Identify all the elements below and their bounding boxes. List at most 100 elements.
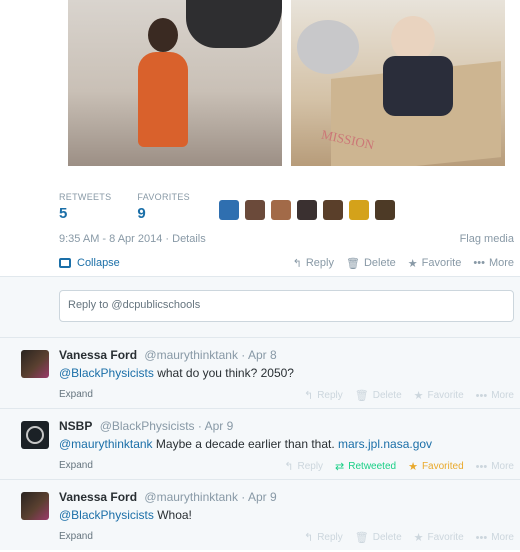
reply-button[interactable]: ↰ Reply xyxy=(293,257,334,270)
mention-link[interactable]: @BlackPhysicists xyxy=(59,366,154,380)
star-icon: ★ xyxy=(413,532,424,544)
tweet-stats: RETWEETS 5 FAVORITES 9 xyxy=(0,182,520,228)
star-icon: ★ xyxy=(413,390,424,402)
retweets-stat[interactable]: RETWEETS 5 xyxy=(59,192,111,222)
tweet-action-list: ↰ Reply 🗑 Delete ★ Favorite ••• More xyxy=(281,257,514,270)
favoriter-avatar[interactable] xyxy=(219,200,239,220)
reply-button[interactable]: ↰ Reply xyxy=(304,389,343,402)
tweet-action-list: ↰ Reply ⇄ Retweeted ★ Favorited ••• More xyxy=(272,460,514,474)
reply-label: Reply xyxy=(317,390,343,401)
delete-label: Delete xyxy=(363,257,396,269)
user-name[interactable]: NSBP xyxy=(59,419,92,433)
mention-link[interactable]: @maurythinktank xyxy=(59,437,153,451)
trash-icon: 🗑 xyxy=(354,532,369,544)
flag-media-link[interactable]: Flag media xyxy=(460,233,514,245)
reply-icon: ↰ xyxy=(292,257,302,270)
reply-tweet[interactable]: NSBP @BlackPhysicists · Apr 9 @maurythin… xyxy=(0,408,520,479)
reply-button[interactable]: ↰ Reply xyxy=(284,460,323,473)
tweet-text: @BlackPhysicists what do you think? 2050… xyxy=(59,366,294,380)
reply-icon: ↰ xyxy=(303,390,314,402)
tweet-header: Vanessa Ford @maurythinktank · Apr 9 xyxy=(59,490,277,504)
tweet-footer: Expand ↰ Reply 🗑 Delete ★ Favorite ••• More xyxy=(59,531,514,544)
expand-link[interactable]: Expand xyxy=(59,531,93,544)
favoriter-avatar[interactable] xyxy=(297,200,317,220)
tweet-date[interactable]: · Apr 9 xyxy=(198,419,233,433)
more-button[interactable]: ••• More xyxy=(476,460,514,473)
reply-area: Reply to @dcpublicschools xyxy=(0,277,520,337)
ellipsis-icon: ••• xyxy=(475,531,488,544)
delete-button[interactable]: 🗑 Delete xyxy=(355,531,402,544)
favorited-button[interactable]: ★ Favorited xyxy=(408,460,464,473)
user-handle[interactable]: @maurythinktank xyxy=(144,490,238,504)
more-button[interactable]: ••• More xyxy=(476,531,514,544)
retweet-icon: ⇄ xyxy=(335,461,345,473)
tweet-action-list: ↰ Reply 🗑 Delete ★ Favorite ••• More xyxy=(292,531,514,545)
more-label: More xyxy=(491,461,514,472)
favoriter-avatar[interactable] xyxy=(349,200,369,220)
favoriter-avatars xyxy=(219,200,401,220)
favorite-label: Favorite xyxy=(421,257,462,269)
more-label: More xyxy=(491,532,514,543)
retweets-count: 5 xyxy=(59,205,68,222)
retweeted-button[interactable]: ⇄ Retweeted xyxy=(335,460,396,473)
reply-button[interactable]: ↰ Reply xyxy=(304,531,343,544)
tweet-text: @BlackPhysicists Whoa! xyxy=(59,508,192,522)
delete-button[interactable]: 🗑 Delete xyxy=(355,389,402,402)
reply-tweet[interactable]: Vanessa Ford @maurythinktank · Apr 9 @Bl… xyxy=(0,479,520,550)
user-name[interactable]: Vanessa Ford xyxy=(59,348,137,362)
delete-label: Delete xyxy=(372,532,402,543)
user-handle[interactable]: @BlackPhysicists xyxy=(100,419,195,433)
favoriter-avatar[interactable] xyxy=(323,200,343,220)
favoriter-avatar[interactable] xyxy=(375,200,395,220)
avatar[interactable] xyxy=(21,421,49,449)
photo-foil-object xyxy=(297,20,359,74)
reply-tweet[interactable]: Vanessa Ford @maurythinktank · Apr 8 @Bl… xyxy=(0,337,520,408)
star-icon: ★ xyxy=(407,257,418,270)
user-name[interactable]: Vanessa Ford xyxy=(59,490,137,504)
favorite-button[interactable]: ★ Favorite xyxy=(408,257,462,270)
collapse-button[interactable]: Collapse xyxy=(59,257,120,269)
more-button[interactable]: ••• More xyxy=(473,257,514,270)
avatar[interactable] xyxy=(21,492,49,520)
more-label: More xyxy=(488,257,514,269)
tweet-body: what do you think? 2050? xyxy=(153,366,294,380)
expand-link[interactable]: Expand xyxy=(59,389,93,402)
favorites-stat[interactable]: FAVORITES 9 xyxy=(137,192,190,222)
reply-label: Reply xyxy=(317,532,343,543)
url-link[interactable]: mars.jpl.nasa.gov xyxy=(338,437,432,451)
favorite-label: Favorite xyxy=(427,390,464,401)
tweet-timestamp[interactable]: 9:35 AM - 8 Apr 2014 · Details xyxy=(59,233,206,245)
more-label: More xyxy=(491,390,514,401)
star-icon: ★ xyxy=(408,461,418,473)
nsbp-logo-icon xyxy=(26,426,44,444)
media-photo-cardboard-rocket[interactable]: MISSION xyxy=(291,0,505,166)
favorites-count: 9 xyxy=(137,205,146,222)
favoriter-avatar[interactable] xyxy=(271,200,291,220)
media-photo-astronaut-child[interactable] xyxy=(68,0,282,166)
delete-button[interactable]: 🗑 Delete xyxy=(346,257,396,270)
avatar[interactable] xyxy=(21,350,49,378)
delete-label: Delete xyxy=(372,390,402,401)
tweet-meta: 9:35 AM - 8 Apr 2014 · Details Flag medi… xyxy=(0,228,520,250)
trash-icon: 🗑 xyxy=(345,257,360,270)
reply-label: Reply xyxy=(297,461,324,472)
favorite-button[interactable]: ★ Favorite xyxy=(414,531,464,544)
user-handle[interactable]: @maurythinktank xyxy=(144,348,238,362)
tweet-header: NSBP @BlackPhysicists · Apr 9 xyxy=(59,419,233,433)
reply-label: Reply xyxy=(305,257,334,269)
tweet-date[interactable]: · Apr 9 xyxy=(241,490,276,504)
photo-orange-suit xyxy=(138,52,188,147)
tweet-text: @maurythinktank Maybe a decade earlier t… xyxy=(59,437,432,451)
expand-link[interactable]: Expand xyxy=(59,460,93,473)
tweet-date[interactable]: · Apr 8 xyxy=(241,348,276,362)
mention-link[interactable]: @BlackPhysicists xyxy=(59,508,154,522)
reply-input[interactable]: Reply to @dcpublicschools xyxy=(59,290,514,322)
photo-child-head xyxy=(148,18,178,52)
trash-icon: 🗑 xyxy=(354,390,369,402)
ellipsis-icon: ••• xyxy=(473,257,485,269)
favorited-label: Favorited xyxy=(421,461,464,472)
more-button[interactable]: ••• More xyxy=(476,389,514,402)
reply-icon: ↰ xyxy=(303,532,314,544)
favorite-button[interactable]: ★ Favorite xyxy=(414,389,464,402)
favoriter-avatar[interactable] xyxy=(245,200,265,220)
